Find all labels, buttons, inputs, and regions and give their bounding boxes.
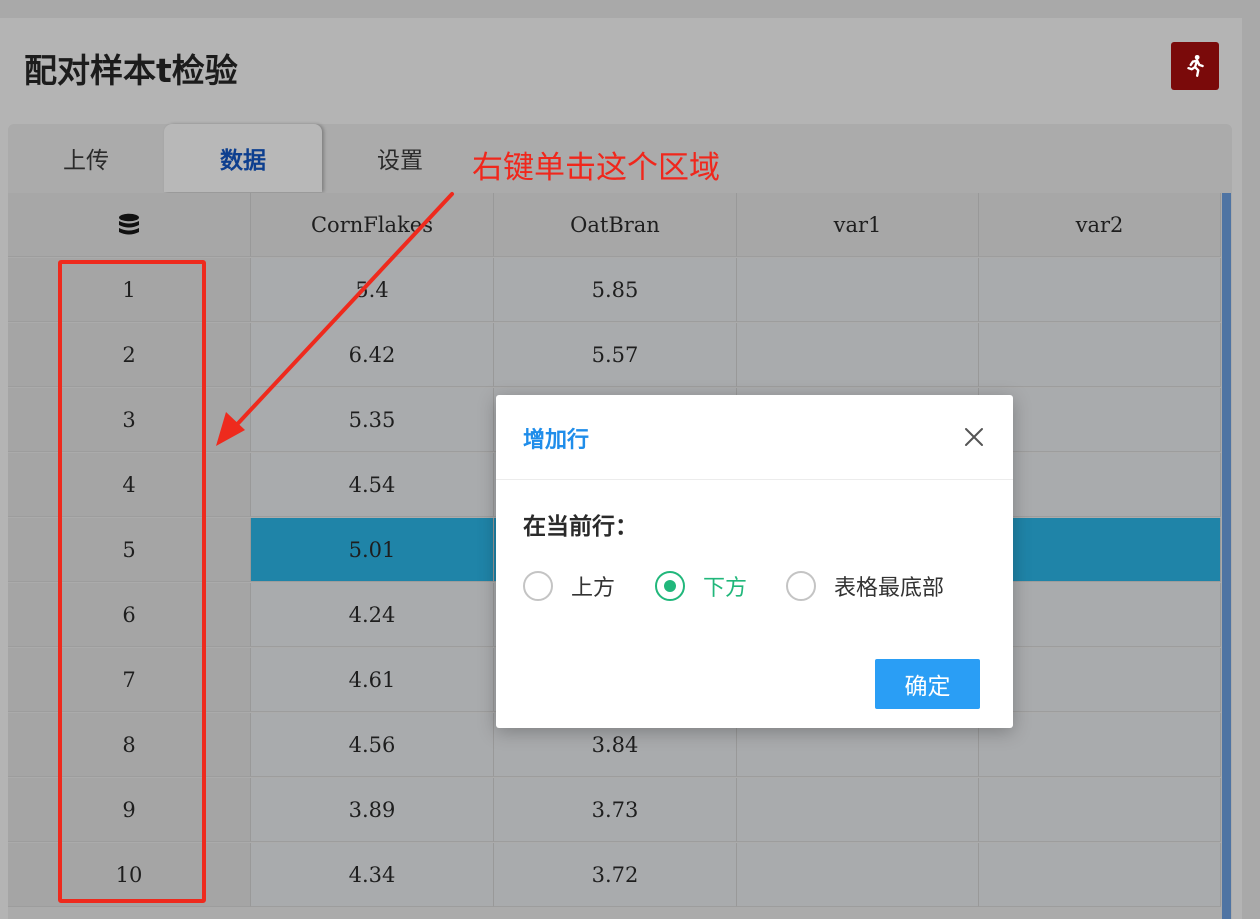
table-cell[interactable] xyxy=(979,518,1221,582)
radio-circle[interactable] xyxy=(523,571,553,601)
tab-upload[interactable]: 上传 xyxy=(8,124,164,192)
table-cell[interactable] xyxy=(979,388,1221,452)
table-cell[interactable]: 4.24 xyxy=(251,583,494,647)
radio-circle[interactable] xyxy=(786,571,816,601)
table-cell[interactable]: 5.85 xyxy=(494,258,737,322)
table-cell[interactable]: 5.35 xyxy=(251,388,494,452)
dialog-title: 增加行 xyxy=(523,428,590,453)
table-cell[interactable]: 4.34 xyxy=(251,843,494,907)
column-header[interactable]: OatBran xyxy=(494,193,737,257)
confirm-button[interactable]: 确定 xyxy=(875,659,980,709)
radio-circle[interactable] xyxy=(655,571,685,601)
tab-settings[interactable]: 设置 xyxy=(322,124,478,192)
table-cell[interactable] xyxy=(979,583,1221,647)
column-header[interactable]: var1 xyxy=(737,193,979,257)
table-cell[interactable] xyxy=(737,323,979,387)
index-header-cell[interactable] xyxy=(8,193,251,257)
table-cell[interactable] xyxy=(737,843,979,907)
annotation-highlight-box xyxy=(58,260,206,903)
vertical-scrollbar[interactable] xyxy=(1222,193,1231,919)
table-cell[interactable] xyxy=(979,778,1221,842)
table-cell[interactable] xyxy=(979,713,1221,777)
radio-table-bottom[interactable]: 表格最底部 xyxy=(786,569,944,603)
close-icon[interactable] xyxy=(962,425,986,449)
table-cell[interactable]: 6.42 xyxy=(251,323,494,387)
table-cell[interactable] xyxy=(737,778,979,842)
table-header-row: CornFlakes OatBran var1 var2 xyxy=(8,193,1221,258)
table-cell[interactable]: 4.61 xyxy=(251,648,494,712)
table-cell[interactable]: 3.89 xyxy=(251,778,494,842)
tab-data[interactable]: 数据 xyxy=(164,124,322,192)
page-title: 配对样本t检验 xyxy=(24,51,238,90)
table-cell[interactable]: 4.54 xyxy=(251,453,494,517)
table-cell[interactable] xyxy=(979,843,1221,907)
table-cell[interactable] xyxy=(737,258,979,322)
column-header[interactable]: CornFlakes xyxy=(251,193,494,257)
radio-label: 表格最底部 xyxy=(834,576,945,601)
radio-label: 下方 xyxy=(703,576,748,601)
table-cell[interactable] xyxy=(979,258,1221,322)
radio-above[interactable]: 上方 xyxy=(523,569,615,603)
add-row-dialog: 增加行 在当前行： 上方 下方 表格最底部 确定 xyxy=(496,395,1013,728)
table-cell[interactable]: 3.73 xyxy=(494,778,737,842)
database-icon xyxy=(119,213,139,234)
table-cell[interactable]: 5.01 xyxy=(251,518,494,582)
table-cell[interactable] xyxy=(979,648,1221,712)
radio-below[interactable]: 下方 xyxy=(655,569,747,603)
table-cell[interactable]: 3.72 xyxy=(494,843,737,907)
run-button[interactable] xyxy=(1171,42,1219,90)
table-cell[interactable]: 4.56 xyxy=(251,713,494,777)
position-label: 在当前行： xyxy=(523,514,638,540)
running-person-icon xyxy=(1187,54,1204,77)
column-header[interactable]: var2 xyxy=(979,193,1221,257)
radio-label: 上方 xyxy=(571,576,616,601)
table-cell[interactable]: 5.4 xyxy=(251,258,494,322)
annotation-text: 右键单击这个区域 xyxy=(472,150,720,186)
table-cell[interactable] xyxy=(979,453,1221,517)
table-cell[interactable] xyxy=(979,323,1221,387)
table-cell[interactable]: 5.57 xyxy=(494,323,737,387)
dialog-divider xyxy=(496,479,1013,480)
